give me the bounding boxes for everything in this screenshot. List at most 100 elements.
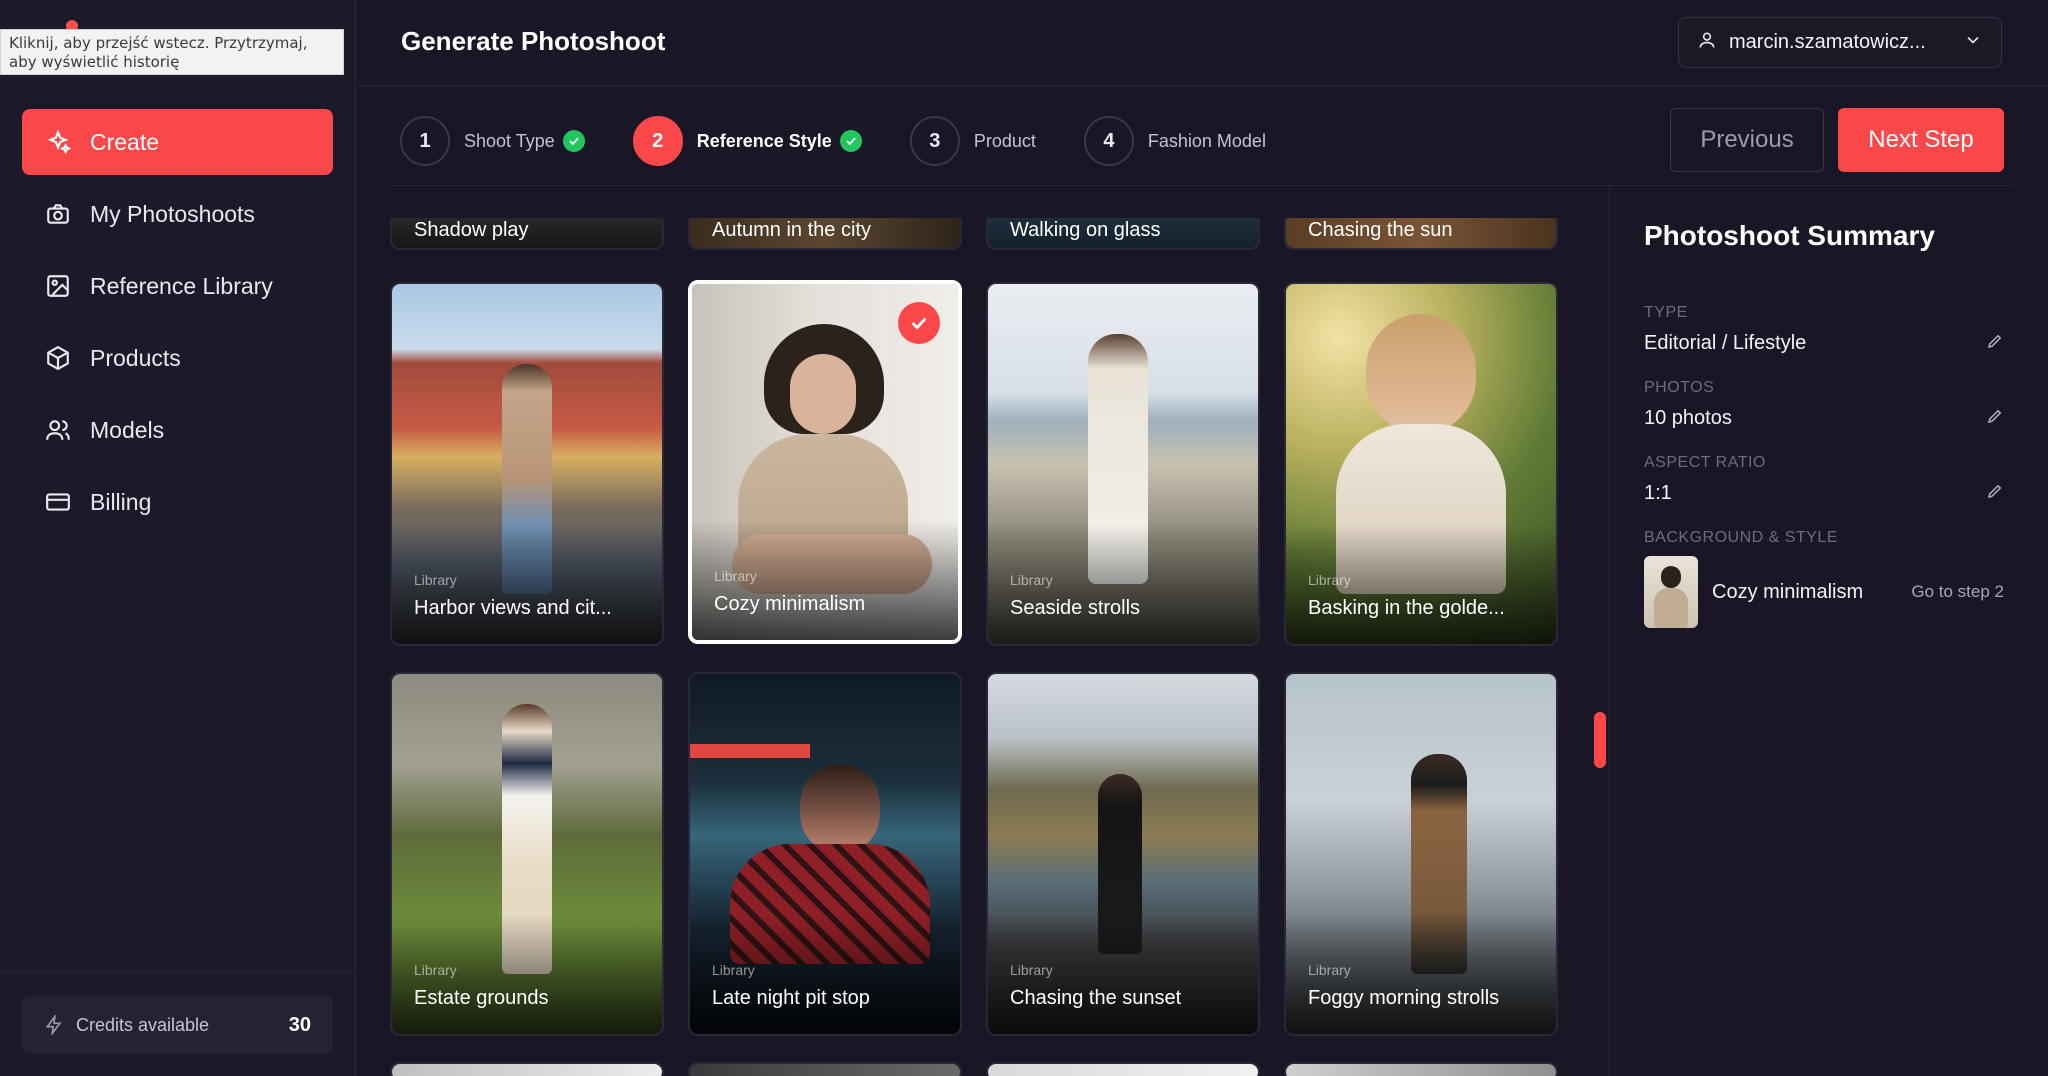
user-icon bbox=[1697, 30, 1717, 55]
card-tag: Library bbox=[1308, 962, 1351, 978]
style-card-foggy-morning[interactable]: Library Foggy morning strolls bbox=[1284, 672, 1558, 1036]
sidebar-item-label: Reference Library bbox=[90, 272, 273, 299]
card-tag: Library bbox=[414, 962, 457, 978]
card-title: Cozy minimalism bbox=[714, 593, 866, 615]
style-card-harbor-views[interactable]: Library Harbor views and cit... bbox=[390, 282, 664, 646]
card-title: Basking in the golde... bbox=[1308, 597, 1505, 619]
field-key: PHOTOS bbox=[1644, 379, 1715, 396]
card-title: Chasing the sun bbox=[1308, 219, 1453, 241]
field-value: 10 photos bbox=[1644, 407, 1732, 429]
camera-icon bbox=[44, 200, 72, 228]
card-tag: Library bbox=[414, 572, 457, 588]
summary-background-style: BACKGROUND & STYLE bbox=[1644, 529, 2004, 547]
sidebar-item-my-photoshoots[interactable]: My Photoshoots bbox=[22, 181, 333, 247]
sparkles-icon bbox=[44, 128, 72, 156]
step-shoot-type[interactable]: 1 Shoot Type bbox=[400, 116, 585, 166]
field-value: Editorial / Lifestyle bbox=[1644, 332, 1807, 354]
style-card-basking-golden[interactable]: Library Basking in the golde... bbox=[1284, 282, 1558, 646]
sidebar-item-models[interactable]: Models bbox=[22, 397, 333, 463]
page-title: Generate Photoshoot bbox=[401, 26, 666, 56]
photoshoot-summary: Photoshoot Summary TYPE Editorial / Life… bbox=[1609, 186, 2048, 1076]
edit-pencil-icon[interactable] bbox=[1986, 332, 2004, 355]
step-reference-style[interactable]: 2 Reference Style bbox=[632, 116, 862, 166]
style-card[interactable] bbox=[390, 1062, 664, 1076]
top-header: Generate Photoshoot marcin.szamatowicz..… bbox=[357, 0, 2048, 86]
style-card-chasing-the-sunset[interactable]: Library Chasing the sunset bbox=[986, 672, 1260, 1036]
card-tag: Library bbox=[1010, 962, 1053, 978]
field-value: 1:1 bbox=[1644, 482, 1672, 504]
sidebar-item-products[interactable]: Products bbox=[22, 325, 333, 391]
user-menu[interactable]: marcin.szamatowicz... bbox=[1678, 17, 2002, 68]
step-product[interactable]: 3 Product bbox=[909, 116, 1036, 166]
reference-style-grid: Shadow play Autumn in the city Walking o… bbox=[390, 218, 1590, 1076]
sidebar-item-label: Models bbox=[90, 416, 165, 443]
style-card[interactable]: Chasing the sun bbox=[1284, 218, 1558, 250]
credits-value: 30 bbox=[288, 1013, 311, 1036]
credits-label: Credits available bbox=[76, 1014, 210, 1035]
style-card-cozy-minimalism[interactable]: Library Cozy minimalism bbox=[688, 280, 962, 644]
selected-check-icon bbox=[898, 302, 940, 344]
card-title: Autumn in the city bbox=[712, 219, 871, 241]
step-label: Product bbox=[973, 130, 1036, 151]
step-label: Reference Style bbox=[696, 130, 832, 151]
card-title: Harbor views and cit... bbox=[414, 597, 612, 619]
style-card[interactable] bbox=[1284, 1062, 1558, 1076]
step-number: 3 bbox=[909, 116, 960, 166]
box-icon bbox=[44, 344, 72, 372]
step-label: Shoot Type bbox=[464, 130, 555, 151]
style-card-late-night-pit-stop[interactable]: Library Late night pit stop bbox=[688, 672, 962, 1036]
card-tag: Library bbox=[1010, 572, 1053, 588]
card-tag: Library bbox=[1308, 572, 1351, 588]
summary-title: Photoshoot Summary bbox=[1644, 220, 1935, 251]
sidebar-item-create[interactable]: Create bbox=[22, 109, 333, 175]
summary-type: TYPE Editorial / Lifestyle bbox=[1644, 304, 2004, 355]
card-title: Shadow play bbox=[414, 219, 529, 241]
sidebar-item-label: Create bbox=[90, 128, 160, 155]
sidebar-item-label: Products bbox=[90, 344, 181, 371]
step-number: 4 bbox=[1083, 116, 1134, 166]
check-icon bbox=[562, 130, 585, 152]
card-title: Foggy morning strolls bbox=[1308, 987, 1500, 1009]
style-thumbnail bbox=[1644, 556, 1698, 628]
card-title: Seaside strolls bbox=[1010, 597, 1141, 619]
summary-aspect-ratio: ASPECT RATIO 1:1 bbox=[1644, 454, 2004, 505]
style-card[interactable]: Autumn in the city bbox=[688, 218, 962, 250]
step-fashion-model[interactable]: 4 Fashion Model bbox=[1083, 116, 1266, 166]
style-card-estate-grounds[interactable]: Library Estate grounds bbox=[390, 672, 664, 1036]
edit-pencil-icon[interactable] bbox=[1986, 482, 2004, 505]
chevron-down-icon bbox=[1963, 30, 1983, 55]
card-tag: Library bbox=[712, 962, 755, 978]
style-card-seaside-strolls[interactable]: Library Seaside strolls bbox=[986, 282, 1260, 646]
background-style-row: Cozy minimalism Go to step 2 bbox=[1644, 556, 2004, 628]
lightning-icon bbox=[45, 1015, 62, 1035]
card-title: Walking on glass bbox=[1010, 219, 1161, 241]
sidebar-item-reference-library[interactable]: Reference Library bbox=[22, 253, 333, 319]
previous-button[interactable]: Previous bbox=[1670, 108, 1824, 172]
edit-pencil-icon[interactable] bbox=[1986, 407, 2004, 430]
next-step-button[interactable]: Next Step bbox=[1838, 108, 2004, 172]
sidebar-item-billing[interactable]: Billing bbox=[22, 469, 333, 535]
step-label: Fashion Model bbox=[1147, 130, 1266, 151]
style-card[interactable]: Walking on glass bbox=[986, 218, 1260, 250]
card-title: Estate grounds bbox=[414, 987, 549, 1009]
users-icon bbox=[44, 416, 72, 444]
field-key: BACKGROUND & STYLE bbox=[1644, 529, 1838, 546]
style-card[interactable] bbox=[986, 1062, 1260, 1076]
sidebar-footer: Credits available 30 bbox=[0, 971, 356, 1076]
sidebar: Kliknij, aby przejść wstecz. Przytrzymaj… bbox=[0, 0, 356, 1076]
card-title: Late night pit stop bbox=[712, 987, 870, 1009]
credit-card-icon bbox=[44, 488, 72, 516]
browser-back-tooltip: Kliknij, aby przejść wstecz. Przytrzymaj… bbox=[0, 29, 344, 75]
image-icon bbox=[44, 272, 72, 300]
stepper: 1 Shoot Type 2 Reference Style 3 Product… bbox=[400, 114, 1314, 168]
sidebar-item-label: My Photoshoots bbox=[90, 200, 255, 227]
style-card[interactable] bbox=[688, 1062, 962, 1076]
field-key: TYPE bbox=[1644, 304, 1688, 321]
grid-scrollbar[interactable] bbox=[1594, 712, 1606, 768]
card-tag: Library bbox=[714, 568, 757, 584]
style-card[interactable]: Shadow play bbox=[390, 218, 664, 250]
sidebar-item-label: Billing bbox=[90, 488, 152, 515]
user-name: marcin.szamatowicz... bbox=[1729, 31, 1926, 53]
go-to-step-link[interactable]: Go to step 2 bbox=[1911, 582, 2004, 602]
card-title: Chasing the sunset bbox=[1010, 987, 1182, 1009]
